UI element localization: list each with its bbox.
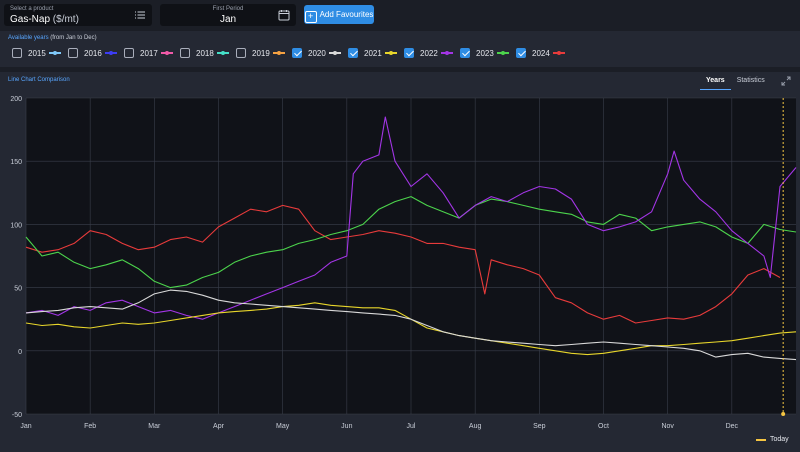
year-checkbox-2016[interactable] bbox=[68, 48, 78, 58]
year-toggle-2023[interactable]: 2023 bbox=[460, 47, 509, 59]
year-checkbox-2015[interactable] bbox=[12, 48, 22, 58]
year-label-2023: 2023 bbox=[476, 48, 494, 58]
year-label-2020: 2020 bbox=[308, 48, 326, 58]
today-marker-point bbox=[781, 412, 786, 416]
year-swatch-2017 bbox=[160, 51, 173, 55]
year-checkbox-2023[interactable] bbox=[460, 48, 470, 58]
calendar-icon[interactable] bbox=[278, 9, 290, 21]
y-tick-label: 50 bbox=[14, 286, 22, 293]
first-period-value: Jan bbox=[219, 14, 237, 25]
year-toggle-2018[interactable]: 2018 bbox=[180, 47, 229, 59]
available-years-range: (from Jan to Dec) bbox=[50, 35, 97, 41]
x-tick-label: Dec bbox=[726, 423, 739, 430]
year-swatch-2024 bbox=[552, 51, 565, 55]
x-tick-label: Oct bbox=[598, 423, 609, 430]
year-swatch-2022 bbox=[440, 51, 453, 55]
y-tick-label: 150 bbox=[10, 159, 22, 166]
year-checkbox-2021[interactable] bbox=[348, 48, 358, 58]
year-swatch-2021 bbox=[384, 51, 397, 55]
year-checkbox-2024[interactable] bbox=[516, 48, 526, 58]
year-label-2016: 2016 bbox=[84, 48, 102, 58]
year-checkbox-2022[interactable] bbox=[404, 48, 414, 58]
year-label-2022: 2022 bbox=[420, 48, 438, 58]
legend-today: Today bbox=[756, 436, 789, 443]
year-toggle-2020[interactable]: 2020 bbox=[292, 47, 341, 59]
add-favourites-label: Add Favourites bbox=[319, 10, 374, 19]
x-tick-label: Aug bbox=[469, 423, 482, 430]
product-select-label: Select a product bbox=[10, 6, 54, 12]
x-tick-label: Nov bbox=[661, 423, 674, 430]
y-tick-label: 200 bbox=[10, 96, 22, 103]
year-swatch-2019 bbox=[272, 51, 285, 55]
product-unit: ($/mt) bbox=[52, 14, 79, 25]
year-label-2021: 2021 bbox=[364, 48, 382, 58]
year-label-2019: 2019 bbox=[252, 48, 270, 58]
year-toggle-2024[interactable]: 2024 bbox=[516, 47, 565, 59]
available-years-panel: Available years (from Jan to Dec) 2015 20… bbox=[0, 31, 800, 67]
year-label-2018: 2018 bbox=[196, 48, 214, 58]
list-icon[interactable] bbox=[134, 9, 146, 21]
year-checkbox-2018[interactable] bbox=[180, 48, 190, 58]
year-swatch-2018 bbox=[216, 51, 229, 55]
year-checkbox-2019[interactable] bbox=[236, 48, 246, 58]
year-checkbox-2020[interactable] bbox=[292, 48, 302, 58]
top-toolbar: Select a product Gas-Nap ($/mt) First Pe… bbox=[0, 0, 800, 30]
first-period-label: First Period bbox=[212, 6, 244, 12]
year-label-2024: 2024 bbox=[532, 48, 550, 58]
year-toggle-2019[interactable]: 2019 bbox=[236, 47, 285, 59]
year-swatch-2020 bbox=[328, 51, 341, 55]
product-select-value: Gas-Nap bbox=[10, 14, 51, 25]
year-swatch-2016 bbox=[104, 51, 117, 55]
y-tick-label: 0 bbox=[18, 349, 22, 356]
x-tick-label: Sep bbox=[533, 423, 546, 430]
today-legend-swatch bbox=[756, 438, 766, 441]
y-tick-label: 100 bbox=[10, 222, 22, 229]
x-tick-label: May bbox=[276, 423, 290, 430]
year-label-2015: 2015 bbox=[28, 48, 46, 58]
x-tick-label: Jan bbox=[20, 423, 31, 430]
y-tick-label: -50 bbox=[12, 412, 22, 419]
first-period-select[interactable]: First Period Jan bbox=[160, 4, 296, 26]
year-swatch-2015 bbox=[48, 51, 61, 55]
add-favourites-button[interactable]: + Add Favourites bbox=[304, 5, 374, 24]
plus-icon: + bbox=[304, 11, 317, 23]
chart-panel: Line Chart Comparison Years Statistics 2… bbox=[0, 72, 800, 452]
year-swatch-2023 bbox=[496, 51, 509, 55]
year-toggle-2016[interactable]: 2016 bbox=[68, 47, 117, 59]
year-label-2017: 2017 bbox=[140, 48, 158, 58]
line-chart: 200 150 100 50 0 -50 Jan Feb Mar Apr May Jun Jul Aug S… bbox=[10, 96, 797, 430]
x-tick-label: Mar bbox=[148, 423, 161, 430]
product-select[interactable]: Select a product Gas-Nap ($/mt) bbox=[4, 4, 152, 26]
year-checkbox-2017[interactable] bbox=[124, 48, 134, 58]
year-toggle-2015[interactable]: 2015 bbox=[12, 47, 61, 59]
year-toggle-2017[interactable]: 2017 bbox=[124, 47, 173, 59]
x-tick-label: Feb bbox=[84, 423, 96, 430]
year-toggle-2022[interactable]: 2022 bbox=[404, 47, 453, 59]
x-tick-label: Apr bbox=[213, 423, 225, 430]
today-legend-label: Today bbox=[770, 436, 789, 443]
x-tick-label: Jul bbox=[407, 423, 416, 430]
year-toggle-2021[interactable]: 2021 bbox=[348, 47, 397, 59]
available-years-label: Available years (from Jan to Dec) bbox=[8, 35, 97, 41]
x-tick-label: Jun bbox=[341, 423, 352, 430]
